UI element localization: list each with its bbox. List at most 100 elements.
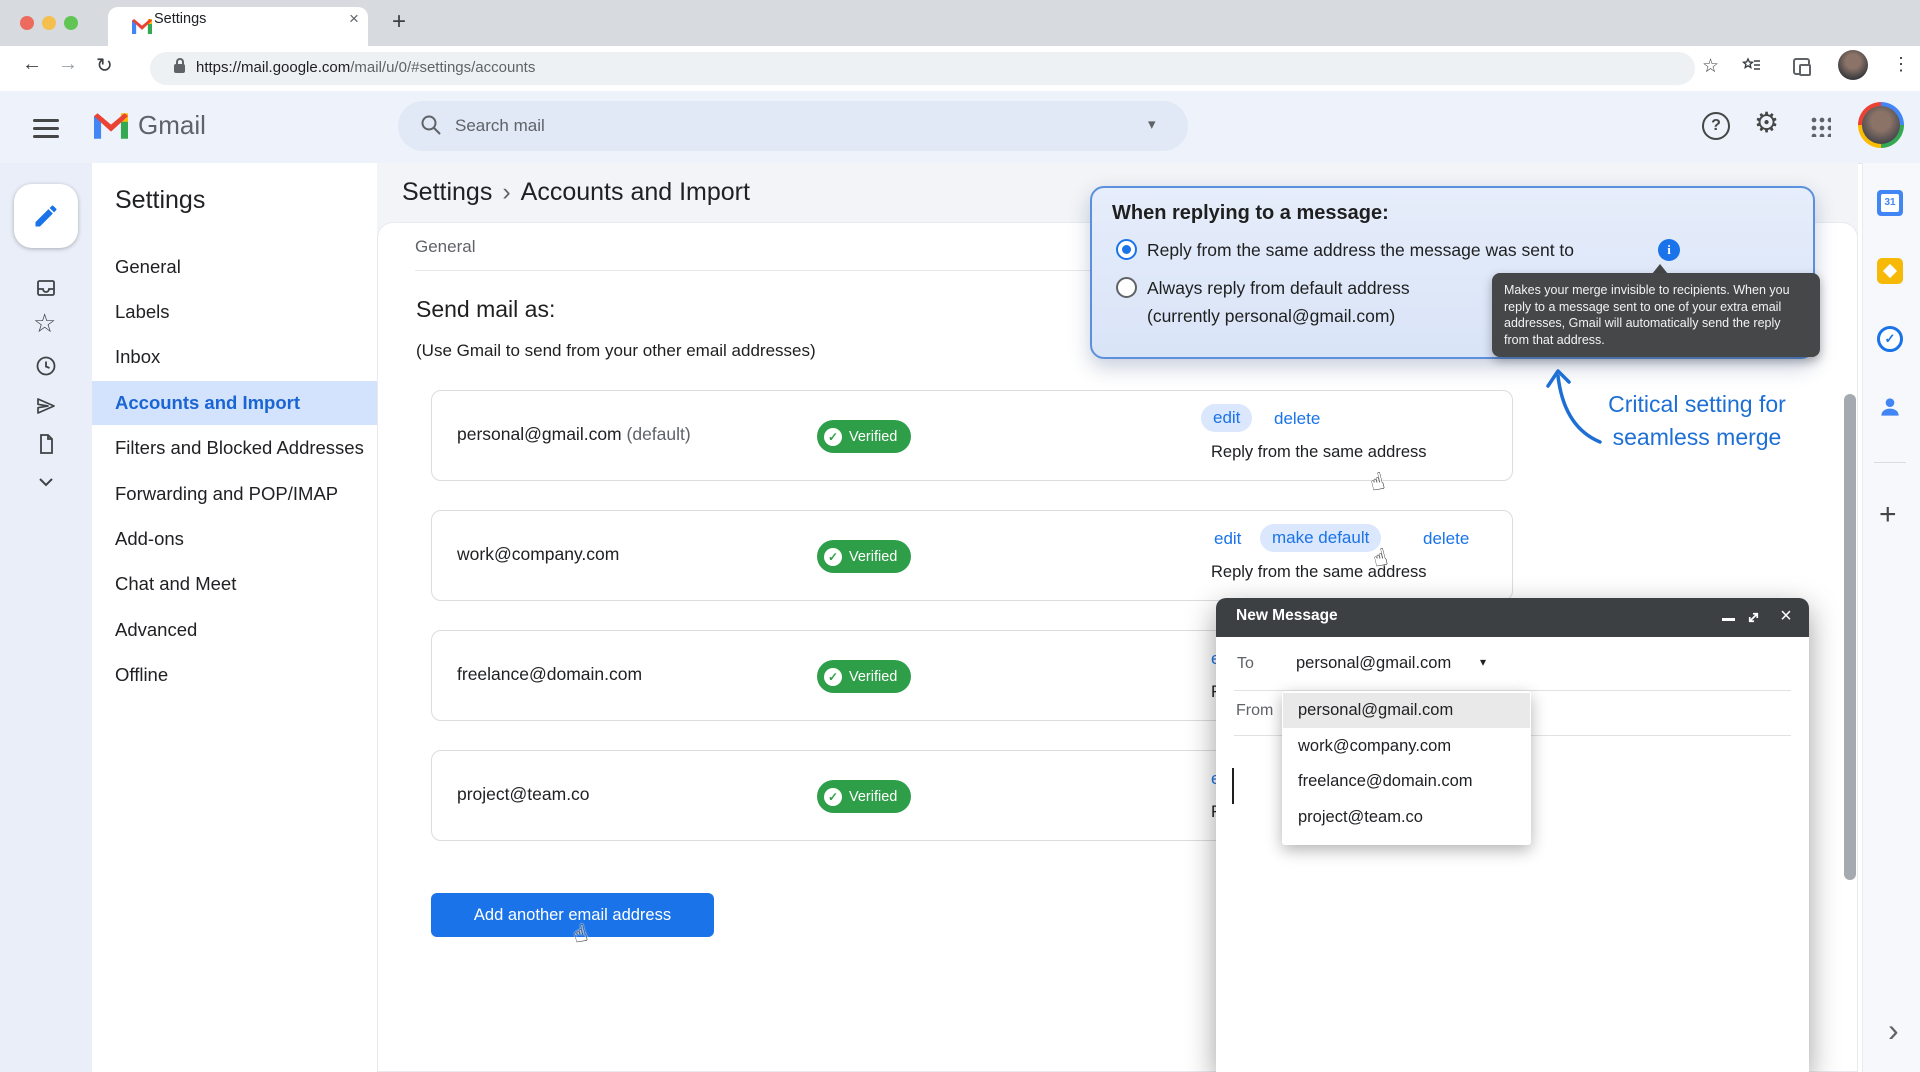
annotation-arrow bbox=[1542, 362, 1612, 446]
google-apps-grid-icon[interactable] bbox=[1810, 116, 1831, 137]
send-mail-as-title: Send mail as: bbox=[416, 296, 555, 323]
breadcrumb-current: Accounts and Import bbox=[521, 178, 750, 206]
tasks-icon[interactable]: ✓ bbox=[1877, 326, 1903, 352]
check-icon: ✓ bbox=[824, 428, 842, 446]
help-icon[interactable]: ? bbox=[1702, 112, 1730, 140]
sidebar-item-forwarding[interactable]: Forwarding and POP/IMAP bbox=[92, 472, 377, 516]
sidebar-item-inbox[interactable]: Inbox bbox=[92, 335, 377, 379]
info-tooltip: Makes your merge invisible to recipients… bbox=[1492, 273, 1820, 357]
email-address: personal@gmail.com (default) bbox=[457, 424, 691, 445]
to-value[interactable]: personal@gmail.com bbox=[1296, 654, 1451, 673]
delete-link[interactable]: delete bbox=[1274, 409, 1320, 429]
reading-list-icon[interactable] bbox=[1742, 56, 1762, 76]
edit-link[interactable]: edit bbox=[1214, 529, 1241, 549]
breadcrumb-separator-icon: › bbox=[492, 178, 520, 206]
email-row-personal: personal@gmail.com (default) ✓Verified e… bbox=[431, 390, 1513, 481]
side-panel-collapse-icon[interactable]: › bbox=[1888, 1012, 1899, 1049]
drafts-icon[interactable] bbox=[34, 432, 58, 456]
sidebar-item-labels[interactable]: Labels bbox=[92, 290, 377, 334]
settings-gear-icon[interactable]: ⚙ bbox=[1754, 106, 1779, 139]
gmail-logo-text: Gmail bbox=[138, 110, 206, 141]
verified-badge: ✓Verified bbox=[817, 780, 911, 813]
edit-link[interactable]: edit bbox=[1201, 404, 1252, 432]
gmail-favicon bbox=[132, 19, 152, 34]
settings-title: Settings bbox=[115, 186, 205, 215]
main-menu-icon[interactable] bbox=[33, 119, 59, 122]
get-addons-plus-icon[interactable]: + bbox=[1879, 498, 1897, 532]
url-text[interactable]: https://mail.google.com/mail/u/0/#settin… bbox=[196, 59, 535, 76]
to-label: To bbox=[1237, 655, 1254, 673]
search-input[interactable]: Search mail bbox=[455, 116, 545, 136]
browser-tab[interactable] bbox=[108, 7, 368, 46]
sidebar-item-filters[interactable]: Filters and Blocked Addresses bbox=[92, 426, 377, 470]
calendar-icon[interactable]: 31 bbox=[1877, 190, 1903, 216]
inbox-icon[interactable] bbox=[34, 276, 58, 300]
lock-icon bbox=[174, 64, 185, 73]
dropdown-item-work[interactable]: work@company.com bbox=[1283, 729, 1530, 764]
scrollbar-thumb[interactable] bbox=[1844, 394, 1856, 880]
email-address: freelance@domain.com bbox=[457, 664, 642, 685]
email-address: work@company.com bbox=[457, 544, 619, 565]
sidebar-item-offline[interactable]: Offline bbox=[92, 653, 377, 697]
info-icon[interactable]: i bbox=[1658, 239, 1680, 261]
from-label: From bbox=[1236, 702, 1273, 720]
verified-badge: ✓Verified bbox=[817, 660, 911, 693]
check-icon: ✓ bbox=[824, 548, 842, 566]
sent-icon[interactable] bbox=[34, 394, 58, 418]
check-icon: ✓ bbox=[824, 668, 842, 686]
tab-close-icon[interactable]: × bbox=[344, 9, 364, 29]
back-button[interactable]: ← bbox=[22, 53, 42, 76]
reply-panel-title: When replying to a message: bbox=[1112, 202, 1389, 225]
snoozed-clock-icon[interactable] bbox=[34, 354, 58, 378]
tab-general-label[interactable]: General bbox=[415, 237, 475, 257]
contacts-icon[interactable] bbox=[1877, 394, 1903, 420]
url-path: /mail/u/0/#settings/accounts bbox=[350, 59, 535, 76]
check-icon: ✓ bbox=[824, 788, 842, 806]
search-options-caret-icon[interactable]: ▾ bbox=[1148, 115, 1156, 133]
annotation-text: Critical setting for seamless merge bbox=[1592, 388, 1802, 454]
radio-reply-default-label: Always reply from default address bbox=[1147, 278, 1410, 299]
sidebar-item-chat-and-meet[interactable]: Chat and Meet bbox=[92, 562, 377, 606]
dropdown-item-freelance[interactable]: freelance@domain.com bbox=[1283, 764, 1530, 799]
radio-reply-same-address[interactable] bbox=[1116, 239, 1137, 260]
delete-link[interactable]: delete bbox=[1423, 529, 1469, 549]
sidebar-item-advanced[interactable]: Advanced bbox=[92, 608, 377, 652]
dropdown-item-personal[interactable]: personal@gmail.com bbox=[1283, 693, 1530, 728]
account-avatar[interactable] bbox=[1858, 102, 1904, 148]
mac-minimize-icon[interactable] bbox=[42, 16, 56, 30]
dropdown-item-project[interactable]: project@team.co bbox=[1283, 800, 1530, 835]
from-address-dropdown: personal@gmail.com work@company.com free… bbox=[1282, 691, 1531, 845]
browser-menu-icon[interactable]: ⋮ bbox=[1892, 54, 1910, 75]
make-default-link[interactable]: make default bbox=[1260, 524, 1381, 552]
radio-reply-default-address[interactable] bbox=[1116, 277, 1137, 298]
compose-window: New Message × To personal@gmail.com ▾ Fr… bbox=[1216, 598, 1809, 1072]
starred-icon[interactable]: ☆ bbox=[33, 308, 56, 339]
close-icon[interactable]: × bbox=[1776, 605, 1796, 628]
radio-reply-same-address-label: Reply from the same address the message … bbox=[1147, 240, 1574, 261]
sidebar-item-general[interactable]: General bbox=[92, 245, 377, 289]
compose-button[interactable] bbox=[14, 184, 78, 248]
default-suffix: (default) bbox=[622, 424, 691, 444]
more-labels-chevron-icon[interactable] bbox=[34, 470, 58, 494]
sidebar-item-addons[interactable]: Add-ons bbox=[92, 517, 377, 561]
mac-zoom-icon[interactable] bbox=[64, 16, 78, 30]
bookmark-star-icon[interactable]: ☆ bbox=[1702, 55, 1719, 78]
to-dropdown-caret-icon[interactable]: ▾ bbox=[1480, 655, 1486, 669]
reload-button[interactable]: ↻ bbox=[96, 53, 113, 78]
breadcrumb-root[interactable]: Settings bbox=[402, 178, 492, 206]
tab-groups-icon[interactable] bbox=[1793, 58, 1810, 75]
minimize-icon[interactable] bbox=[1722, 618, 1735, 621]
gmail-settings-screen: Settings × + ← → ↻ https://mail.google.c… bbox=[0, 0, 1920, 1072]
gmail-logo-icon bbox=[94, 113, 128, 139]
side-panel-divider bbox=[1874, 462, 1906, 463]
sidebar-item-accounts-and-import[interactable]: Accounts and Import bbox=[92, 381, 377, 425]
keep-icon[interactable] bbox=[1877, 258, 1903, 284]
reply-note: Reply from the same address bbox=[1211, 563, 1427, 582]
new-tab-button[interactable]: + bbox=[392, 8, 406, 36]
expand-icon[interactable] bbox=[1746, 610, 1761, 625]
mac-close-icon[interactable] bbox=[20, 16, 34, 30]
tab-title: Settings bbox=[154, 11, 206, 27]
browser-profile-avatar[interactable] bbox=[1838, 50, 1868, 80]
forward-button[interactable]: → bbox=[58, 53, 78, 76]
verified-badge: ✓Verified bbox=[817, 540, 911, 573]
